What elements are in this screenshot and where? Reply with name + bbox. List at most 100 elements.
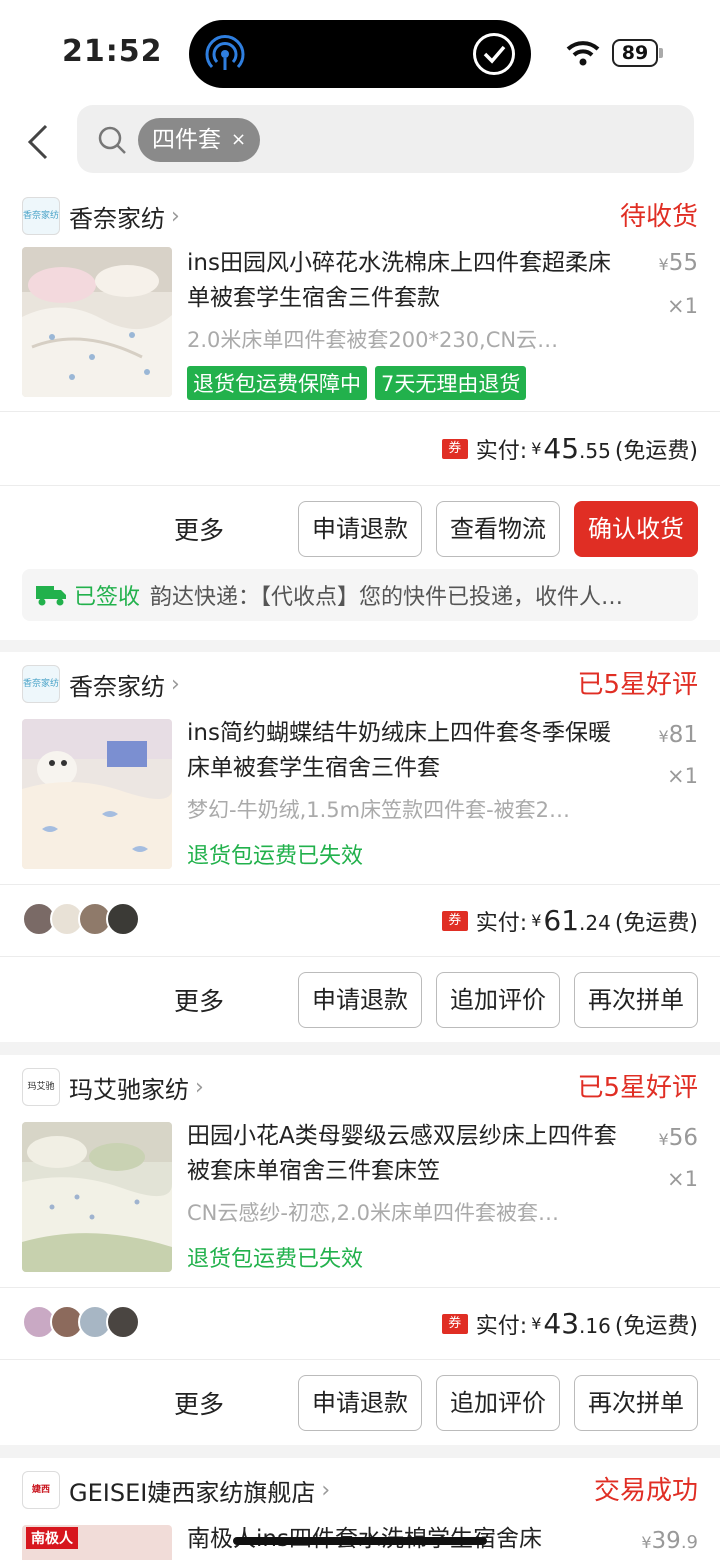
more-button[interactable]: 更多 [174, 982, 224, 1018]
quantity: ×1 [667, 1167, 698, 1191]
more-button[interactable]: 更多 [174, 1385, 224, 1421]
add-review-button[interactable]: 追加评价 [436, 1375, 560, 1431]
refund-button[interactable]: 申请退款 [298, 972, 422, 1028]
product-thumbnail[interactable]: 南极人 [22, 1525, 172, 1560]
service-tag: 退货包运费已失效 [187, 844, 364, 869]
add-review-button[interactable]: 追加评价 [436, 972, 560, 1028]
more-button[interactable]: 更多 [174, 511, 224, 547]
shop-name: 玛艾驰家纺 [69, 1075, 189, 1104]
action-buttons: 更多 申请退款 追加评价 再次拼单 [174, 1375, 698, 1431]
brand-badge: 南极人 [26, 1527, 78, 1549]
order-card[interactable]: 玛艾驰 玛艾驰家纺 › 已5星好评 田园小花A类母婴级云感双层纱床上四件套被套床… [0, 1055, 720, 1445]
status-time: 21:52 [62, 34, 163, 69]
chevron-right-icon: › [321, 1477, 331, 1503]
battery-indicator: 89 [612, 39, 658, 67]
shop-name: GEISEI婕西家纺旗舰店 [69, 1478, 316, 1507]
chevron-right-icon: › [195, 1074, 204, 1100]
wifi-icon [566, 41, 600, 66]
product-thumbnail[interactable] [22, 1122, 172, 1272]
unit-price: ¥39.9 [641, 1528, 698, 1554]
product-thumbnail[interactable] [22, 247, 172, 397]
payment-summary: 券 实付: ¥ 43.16 (免运费) [441, 1307, 698, 1340]
quantity: ×1 [667, 294, 698, 318]
reorder-button[interactable]: 再次拼单 [574, 972, 698, 1028]
reviewer-avatars[interactable] [22, 902, 140, 936]
action-buttons: 更多 申请退款 查看物流 确认收货 [174, 501, 698, 557]
logistics-status: 已签收 [74, 585, 141, 610]
product-spec: CN云感纱-初恋,2.0米床单四件套被套… [187, 1201, 560, 1225]
confirm-receipt-button[interactable]: 确认收货 [574, 501, 698, 557]
refund-button[interactable]: 申请退款 [298, 501, 422, 557]
product-image [22, 719, 172, 869]
logistics-bar[interactable]: 已签收 韵达快递：【代收点】您的快件已投递，收件人… [22, 569, 698, 621]
payment-summary: 券 实付: ¥ 45.55 (免运费) [441, 432, 698, 465]
coupon-icon: 券 [441, 1313, 468, 1334]
service-tag: 7天无理由退货 [375, 366, 527, 400]
divider [0, 956, 720, 957]
logistics-detail: 韵达快递：【代收点】您的快件已投递，收件人… [150, 585, 624, 610]
service-tags: 退货包运费保障中 7天无理由退货 [187, 366, 527, 400]
divider [0, 1359, 720, 1360]
divider [0, 485, 720, 486]
pay-amount: 43.16 [543, 1307, 611, 1340]
divider [0, 411, 720, 412]
chevron-right-icon: › [171, 203, 180, 229]
reviewer-avatars[interactable] [22, 1305, 140, 1339]
pay-label: 实付: [475, 438, 528, 464]
checkmark-icon [473, 33, 515, 75]
avatar [106, 902, 140, 936]
back-arrow-icon[interactable] [24, 122, 52, 162]
product-title[interactable]: ins田园风小碎花水洗棉床上四件套超柔床单被套学生宿舍三件套款 [187, 246, 627, 316]
divider [0, 884, 720, 885]
chip-close-icon[interactable]: × [231, 118, 246, 162]
payment-summary: 券 实付: ¥ 61.24 (免运费) [441, 904, 698, 937]
product-image [22, 1122, 172, 1272]
pay-label: 实付: [475, 1313, 528, 1339]
broadcast-icon [205, 35, 245, 70]
product-title[interactable]: 田园小花A类母婴级云感双层纱床上四件套被套床单宿舍三件套床笠 [187, 1119, 627, 1189]
search-input[interactable]: 四件套 × [77, 105, 694, 173]
order-search-page: { "status_bar": { "time": "21:52", "batt… [0, 0, 720, 1560]
shop-logo: 婕西 [22, 1471, 60, 1509]
product-spec: 2.0米床单四件套被套200*230,CN云… [187, 328, 559, 352]
pay-label: 实付: [475, 910, 528, 936]
dynamic-island [189, 20, 531, 88]
shipping-note: (免运费) [614, 438, 698, 464]
coupon-icon: 券 [441, 910, 468, 931]
reorder-button[interactable]: 再次拼单 [574, 1375, 698, 1431]
product-spec: 梦幻-牛奶绒,1.5m床笠款四件套-被套2… [187, 798, 571, 822]
truck-icon [36, 586, 66, 606]
pay-amount: 61.24 [543, 904, 611, 937]
shipping-note: (免运费) [614, 1313, 698, 1339]
order-status: 交易成功 [593, 1476, 698, 1506]
shop-header[interactable]: 香奈家纺 香奈家纺 › [22, 196, 180, 236]
search-header: 四件套 × [0, 100, 720, 184]
shop-logo: 香奈家纺 [22, 197, 60, 235]
product-thumbnail[interactable] [22, 719, 172, 869]
battery-cap [659, 48, 663, 58]
order-status: 待收货 [619, 202, 698, 232]
service-tag: 退货包运费已失效 [187, 1247, 364, 1272]
unit-price: ¥56 [658, 1125, 698, 1151]
avatar [106, 1305, 140, 1339]
product-title[interactable]: ins简约蝴蝶结牛奶绒床上四件套冬季保暖床单被套学生宿舍三件套 [187, 716, 627, 786]
shop-header[interactable]: 玛艾驰 玛艾驰家纺 › [22, 1067, 204, 1107]
refund-button[interactable]: 申请退款 [298, 1375, 422, 1431]
search-icon [98, 126, 126, 154]
order-card[interactable]: 香奈家纺 香奈家纺 › 待收货 ins田园风小碎花水洗棉床上四件套超柔床单被套学… [0, 184, 720, 640]
divider [0, 1287, 720, 1288]
product-image [22, 247, 172, 397]
order-card[interactable]: 香奈家纺 香奈家纺 › 已5星好评 ins简约蝴蝶结牛奶绒床上四件套冬季保暖床单… [0, 652, 720, 1042]
search-keyword-chip[interactable]: 四件套 × [138, 118, 261, 162]
home-indicator[interactable] [233, 1537, 487, 1545]
unit-price: ¥55 [658, 250, 698, 276]
status-bar: 21:52 89 [0, 0, 720, 100]
shop-header[interactable]: 香奈家纺 香奈家纺 › [22, 664, 180, 704]
service-tag: 退货包运费保障中 [187, 366, 367, 400]
pay-amount: 45.55 [543, 432, 611, 465]
order-status: 已5星好评 [577, 1073, 698, 1103]
track-logistics-button[interactable]: 查看物流 [436, 501, 560, 557]
order-status: 已5星好评 [577, 670, 698, 700]
shop-header[interactable]: 婕西 GEISEI婕西家纺旗舰店 › [22, 1470, 330, 1510]
shop-name: 香奈家纺 [69, 204, 165, 233]
